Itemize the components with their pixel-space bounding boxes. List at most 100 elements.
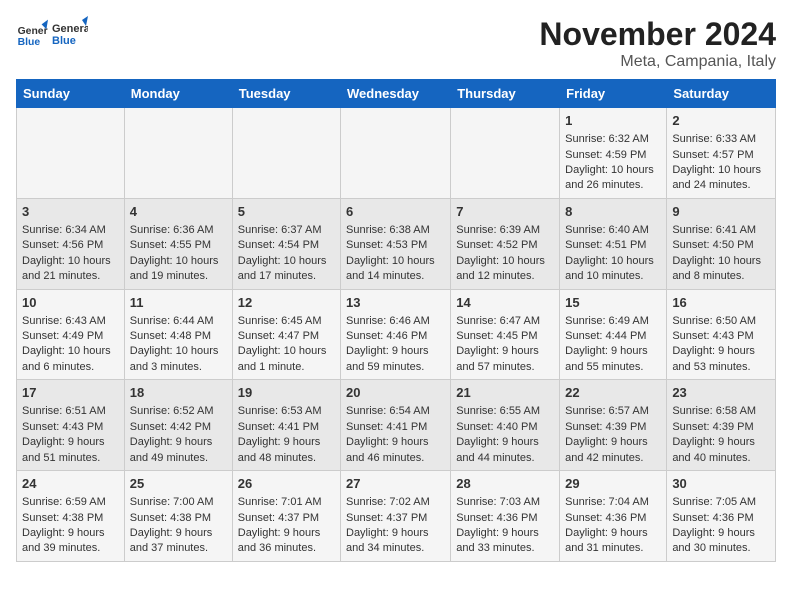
day-number: 29 [565,475,661,493]
day-info: Sunrise: 7:03 AM [456,495,554,510]
calendar-cell: 7Sunrise: 6:39 AMSunset: 4:52 PMDaylight… [451,198,560,289]
day-info: Sunset: 4:45 PM [456,329,554,344]
day-info: Sunrise: 7:02 AM [346,495,445,510]
day-info: Sunset: 4:39 PM [565,420,661,435]
calendar-cell: 30Sunrise: 7:05 AMSunset: 4:36 PMDayligh… [667,471,776,562]
day-info: Daylight: 10 hours and 14 minutes. [346,254,445,285]
day-info: Sunrise: 6:43 AM [22,314,119,329]
day-number: 11 [130,294,227,312]
calendar-cell: 18Sunrise: 6:52 AMSunset: 4:42 PMDayligh… [124,380,232,471]
day-info: Daylight: 10 hours and 3 minutes. [130,344,227,375]
day-number: 9 [672,203,770,221]
day-number: 3 [22,203,119,221]
day-info: Sunrise: 6:59 AM [22,495,119,510]
calendar-cell: 4Sunrise: 6:36 AMSunset: 4:55 PMDaylight… [124,198,232,289]
day-info: Sunrise: 6:45 AM [238,314,335,329]
day-info: Daylight: 9 hours and 30 minutes. [672,526,770,557]
calendar-cell: 8Sunrise: 6:40 AMSunset: 4:51 PMDaylight… [560,198,667,289]
day-info: Sunset: 4:37 PM [238,511,335,526]
day-number: 10 [22,294,119,312]
day-info: Sunrise: 6:38 AM [346,223,445,238]
day-number: 25 [130,475,227,493]
svg-text:Blue: Blue [18,37,41,48]
day-info: Sunset: 4:46 PM [346,329,445,344]
day-info: Daylight: 9 hours and 51 minutes. [22,435,119,466]
day-info: Sunrise: 6:37 AM [238,223,335,238]
day-number: 19 [238,384,335,402]
day-info: Sunrise: 6:47 AM [456,314,554,329]
day-number: 27 [346,475,445,493]
day-number: 13 [346,294,445,312]
day-info: Sunrise: 6:55 AM [456,404,554,419]
day-info: Sunset: 4:47 PM [238,329,335,344]
day-info: Daylight: 9 hours and 39 minutes. [22,526,119,557]
calendar-cell: 9 Sunrise: 6:41 AMSunset: 4:50 PMDaylight… [667,198,776,289]
day-info: Daylight: 10 hours and 8 minutes. [672,254,770,285]
day-info: Sunset: 4:42 PM [130,420,227,435]
day-info: Sunrise: 7:00 AM [130,495,227,510]
day-info: Sunset: 4:40 PM [456,420,554,435]
day-info: Sunset: 4:36 PM [456,511,554,526]
calendar-cell: 3 Sunrise: 6:34 AMSunset: 4:56 PMDaylight… [17,198,125,289]
calendar-cell [124,108,232,199]
day-info: Sunset: 4:56 PM [22,238,119,253]
day-info: Sunset: 4:41 PM [346,420,445,435]
calendar-cell: 20Sunrise: 6:54 AMSunset: 4:41 PMDayligh… [341,380,451,471]
calendar-cell: 2Sunrise: 6:33 AMSunset: 4:57 PMDaylight… [667,108,776,199]
calendar-cell: 21 Sunrise: 6:55 AMSunset: 4:40 PMDayligh… [451,380,560,471]
calendar-cell: 14Sunrise: 6:47 AMSunset: 4:45 PMDayligh… [451,289,560,380]
day-number: 24 [22,475,119,493]
day-info: Sunset: 4:38 PM [130,511,227,526]
day-info: Sunset: 4:57 PM [672,148,770,163]
day-number: 4 [130,203,227,221]
day-info: Daylight: 10 hours and 21 minutes. [22,254,119,285]
day-info: Sunrise: 6:34 AM [22,223,119,238]
week-row-2: 3Sunrise: 6:34 AMSunset: 4:56 PMDaylight… [17,198,776,289]
day-number: 26 [238,475,335,493]
week-row-5: 24 Sunrise: 6:59 AM Sunset: 4:38 PM Dayligh… [17,471,776,562]
day-info: Sunset: 4:54 PM [238,238,335,253]
calendar-cell [17,108,125,199]
day-number: 23 [672,384,770,402]
day-info: Daylight: 9 hours and 59 minutes. [346,344,445,375]
day-info: Sunrise: 6:51 AM [22,404,119,419]
day-info: Sunrise: 6:36 AM [130,223,227,238]
weekday-header-thursday: Thursday [451,80,560,108]
calendar-cell [451,108,560,199]
calendar-cell: 12Sunrise: 6:45 AMSunset: 4:47 PMDayligh… [232,289,340,380]
day-info: Sunset: 4:53 PM [346,238,445,253]
day-info: Sunrise: 6:41 AM [672,223,770,238]
svg-text:General: General [18,26,48,37]
calendar-cell: 11Sunrise: 6:44 AMSunset: 4:48 PMDayligh… [124,289,232,380]
day-info: Daylight: 9 hours and 33 minutes. [456,526,554,557]
day-info: Daylight: 9 hours and 44 minutes. [456,435,554,466]
calendar-cell: 6Sunrise: 6:38 AMSunset: 4:53 PMDaylight… [341,198,451,289]
weekday-header-friday: Friday [560,80,667,108]
week-row-3: 10 Sunrise: 6:43 AMSunset: 4:49 PM Dayligh… [17,289,776,380]
calendar-cell: 16Sunrise: 6:50 AMSunset: 4:43 PMDayligh… [667,289,776,380]
day-info: Sunset: 4:49 PM [22,329,119,344]
day-number: 1 [565,112,661,130]
calendar-cell [232,108,340,199]
calendar-cell [341,108,451,199]
calendar-cell: 17Sunrise: 6:51 AMSunset: 4:43 PMDayligh… [17,380,125,471]
logo-icon: General Blue [16,18,48,50]
day-info: Daylight: 9 hours and 34 minutes. [346,526,445,557]
day-number: 21 [456,384,554,402]
calendar-cell: 24Sunrise: 6:59 AMSunset: 4:38 PMDayligh… [17,471,125,562]
calendar-cell: 10Sunrise: 6:43 AMSunset: 4:49 PMDayligh… [17,289,125,380]
location-subtitle: Meta, Campania, Italy [539,53,776,71]
logo-bird-icon: General Blue [52,16,88,52]
week-row-4: 17Sunrise: 6:51 AMSunset: 4:43 PMDayligh… [17,380,776,471]
title-block: November 2024 Meta, Campania, Italy [539,16,776,71]
day-info: Sunset: 4:50 PM [672,238,770,253]
day-info: Sunset: 4:59 PM [565,148,661,163]
day-info: Sunset: 4:43 PM [22,420,119,435]
calendar-cell: 15Sunrise: 6:49 AMSunset: 4:44 PMDayligh… [560,289,667,380]
day-info: Sunrise: 6:46 AM [346,314,445,329]
header: General Blue General Blue November 2024 … [16,16,776,71]
month-title: November 2024 [539,16,776,53]
week-row-1: 1Sunrise: 6:32 AMSunset: 4:59 PMDaylight… [17,108,776,199]
day-info: Sunset: 4:44 PM [565,329,661,344]
calendar-cell: 1Sunrise: 6:32 AMSunset: 4:59 PMDaylight… [560,108,667,199]
